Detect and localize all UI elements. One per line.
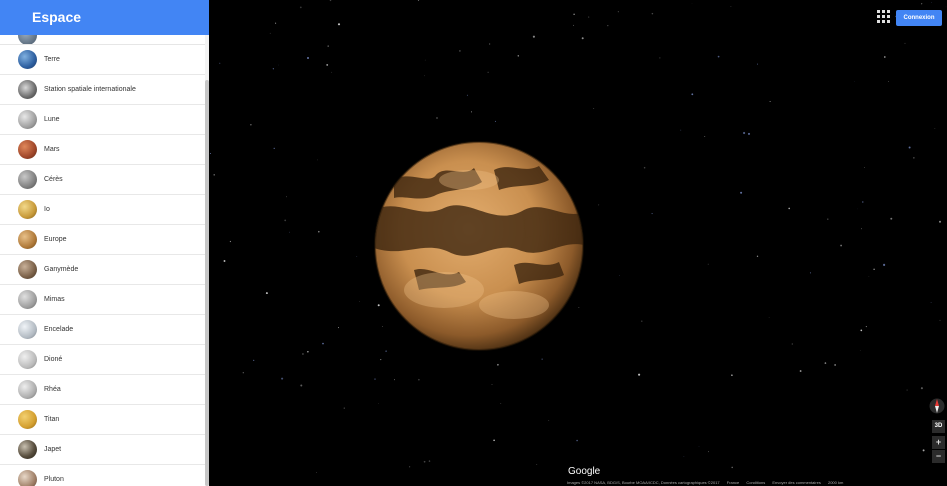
body-thumbnail — [18, 80, 37, 99]
sidebar-item-label: Titan — [44, 416, 60, 423]
attribution-credits: Images ©2017 NASA, BDG/S, Bourbe MOAA/IC… — [567, 480, 720, 485]
sidebar-item-label: Europe — [44, 236, 67, 243]
attribution-link-feedback[interactable]: Envoyer des commentaires — [772, 480, 820, 485]
sidebar: Espace Terre Station spatiale internation… — [0, 0, 209, 486]
body-thumbnail — [18, 410, 37, 429]
sidebar-item-rhea[interactable]: Rhéa — [0, 375, 205, 405]
attribution-bar: Images ©2017 NASA, BDG/S, Bourbe MOAA/IC… — [567, 480, 932, 485]
space-viewer[interactable] — [209, 0, 947, 486]
attribution-link-terms[interactable]: Conditions — [746, 480, 765, 485]
body-thumbnail — [18, 380, 37, 399]
body-thumbnail — [18, 35, 37, 44]
zoom-in-button[interactable]: + — [932, 436, 945, 449]
body-thumbnail — [18, 50, 37, 69]
sidebar-item-mimas[interactable]: Mimas — [0, 285, 205, 315]
sidebar-item-pluto[interactable]: Pluton — [0, 465, 205, 486]
sidebar-item-europa[interactable]: Europe — [0, 225, 205, 255]
sidebar-item-earth[interactable]: Terre — [0, 45, 205, 75]
sidebar-item-label: Pluton — [44, 476, 64, 483]
sidebar-item-label: Ganymède — [44, 266, 79, 273]
sidebar-item-label: Mars — [44, 146, 60, 153]
body-thumbnail — [18, 170, 37, 189]
sidebar-item-mars[interactable]: Mars — [0, 135, 205, 165]
body-thumbnail — [18, 320, 37, 339]
sidebar-item-titan[interactable]: Titan — [0, 405, 205, 435]
sidebar-item-label: Lune — [44, 116, 60, 123]
body-thumbnail — [18, 290, 37, 309]
sidebar-title: Espace — [0, 0, 209, 35]
attribution-link-country[interactable]: France — [727, 480, 739, 485]
celestial-body-list: Terre Station spatiale internationale Lune… — [0, 35, 205, 486]
google-logo: Google — [568, 466, 601, 477]
zoom-out-button[interactable]: − — [932, 450, 945, 463]
sidebar-item-dione[interactable]: Dioné — [0, 345, 205, 375]
list-item-partial[interactable] — [0, 35, 205, 45]
body-thumbnail — [18, 350, 37, 369]
sidebar-item-label: Dioné — [44, 356, 63, 363]
sidebar-item-label: Encelade — [44, 326, 74, 333]
body-thumbnail — [18, 140, 37, 159]
signin-button[interactable]: Connexion — [896, 10, 942, 26]
body-thumbnail — [18, 470, 37, 486]
sidebar-item-label: Rhéa — [44, 386, 61, 393]
apps-grid-icon[interactable] — [877, 10, 891, 24]
body-thumbnail — [18, 110, 37, 129]
sidebar-item-label: Station spatiale internationale — [44, 86, 136, 93]
sidebar-item-ceres[interactable]: Cérès — [0, 165, 205, 195]
sidebar-item-label: Cérès — [44, 176, 63, 183]
sidebar-item-enceladus[interactable]: Encelade — [0, 315, 205, 345]
sidebar-item-moon[interactable]: Lune — [0, 105, 205, 135]
compass-icon[interactable] — [929, 396, 945, 416]
sidebar-item-label: Terre — [44, 56, 60, 63]
titan-globe[interactable] — [374, 140, 584, 352]
body-thumbnail — [18, 440, 37, 459]
sidebar-item-iss[interactable]: Station spatiale internationale — [0, 75, 205, 105]
sidebar-item-io[interactable]: Io — [0, 195, 205, 225]
body-thumbnail — [18, 200, 37, 219]
body-thumbnail — [18, 230, 37, 249]
sidebar-item-label: Io — [44, 206, 50, 213]
sidebar-item-label: Japet — [44, 446, 62, 453]
view-3d-button[interactable]: 3D — [932, 420, 945, 433]
sidebar-item-ganymede[interactable]: Ganymède — [0, 255, 205, 285]
sidebar-item-iapetus[interactable]: Japet — [0, 435, 205, 465]
body-thumbnail — [18, 260, 37, 279]
sidebar-item-label: Mimas — [44, 296, 65, 303]
scale-label[interactable]: 2000 km — [828, 480, 843, 485]
